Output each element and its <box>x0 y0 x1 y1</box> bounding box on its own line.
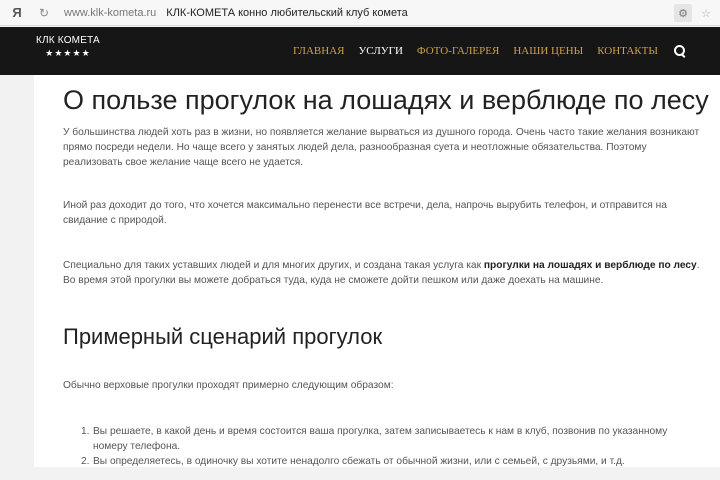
article-title: О пользе прогулок на лошадях и верблюде … <box>63 85 709 115</box>
list-item: 1. Вы решаете, в какой день и время сост… <box>81 426 668 452</box>
nav-item-services[interactable]: УСЛУГИ <box>359 45 403 57</box>
search-icon[interactable] <box>673 45 686 57</box>
paragraph-intro: У большинства людей хоть раз в жизни, но… <box>63 127 700 168</box>
logo-text: КЛК КОМЕТА <box>36 35 100 46</box>
service-highlight: прогулки на лошадях и верблюде по лесу <box>483 260 697 271</box>
site-logo[interactable]: КЛК КОМЕТА ★★★★★ <box>36 35 100 59</box>
address-bar-url[interactable]: www.klk-kometa.ru <box>64 7 156 19</box>
gear-icon[interactable]: ⚙ <box>674 4 692 22</box>
main-nav: ГЛАВНАЯ УСЛУГИ ФОТО-ГАЛЕРЕЯ НАШИ ЦЕНЫ КО… <box>293 27 686 75</box>
paragraph-service: Специально для таких уставших людей и дл… <box>63 260 700 286</box>
nav-item-prices[interactable]: НАШИ ЦЕНЫ <box>513 45 583 57</box>
nav-item-contacts[interactable]: КОНТАКТЫ <box>597 45 658 57</box>
star-icon[interactable]: ☆ <box>697 4 715 22</box>
logo-stars: ★★★★★ <box>45 48 91 58</box>
paragraph-scenario: Обычно верховые прогулки проходят пример… <box>63 380 394 391</box>
yandex-logo[interactable]: Я <box>0 5 34 20</box>
browser-toolbar: Я ↻ www.klk-kometa.ru КЛК-КОМЕТА конно л… <box>0 0 720 26</box>
section-heading: Примерный сценарий прогулок <box>63 324 383 349</box>
nav-item-gallery[interactable]: ФОТО-ГАЛЕРЕЯ <box>417 45 499 57</box>
scenario-list: 1. Вы решаете, в какой день и время сост… <box>81 424 701 469</box>
article-content: О пользе прогулок на лошадях и верблюде … <box>34 75 720 467</box>
site-header: КЛК КОМЕТА ★★★★★ ГЛАВНАЯ УСЛУГИ ФОТО-ГАЛ… <box>0 27 720 75</box>
nav-item-home[interactable]: ГЛАВНАЯ <box>293 45 345 57</box>
reload-icon[interactable]: ↻ <box>34 6 54 20</box>
browser-page-title: КЛК-КОМЕТА конно любительский клуб комет… <box>166 6 408 19</box>
page-bottom <box>0 467 720 480</box>
paragraph-escape: Иной раз доходит до того, что хочется ма… <box>63 200 667 226</box>
